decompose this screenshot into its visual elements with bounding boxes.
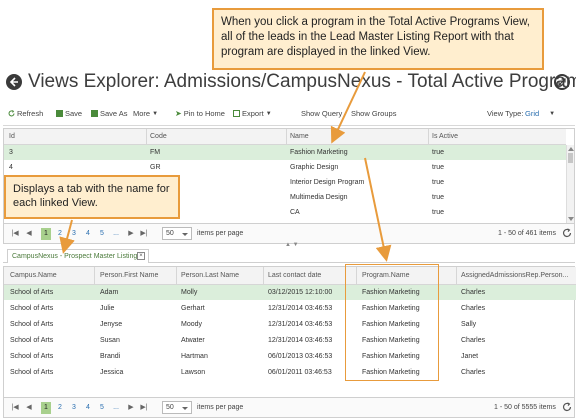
annotation-arrows xyxy=(59,71,392,262)
arrow-to-selected-program xyxy=(330,71,366,144)
arrow-to-program-column xyxy=(364,157,392,262)
arrow-to-linked-tab xyxy=(59,219,75,254)
